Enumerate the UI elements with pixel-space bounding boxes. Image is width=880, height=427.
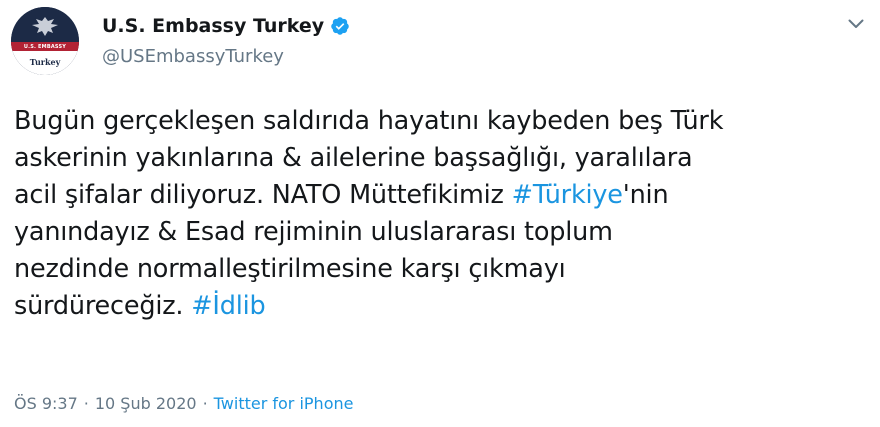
- avatar[interactable]: U.S. EMBASSY Turkey: [11, 7, 79, 75]
- tweet-text-line: Bugün gerçekleşen saldırıda hayatını kay…: [14, 103, 864, 140]
- tweet-text-segment: 'nin: [622, 180, 669, 210]
- avatar-label-top: U.S. EMBASSY: [23, 44, 67, 50]
- meta-separator: ·: [83, 394, 89, 413]
- tweet-text: Bugün gerçekleşen saldırıda hayatını kay…: [14, 103, 864, 325]
- meta-separator: ·: [202, 394, 208, 413]
- tweet-source-link[interactable]: Twitter for iPhone: [214, 394, 354, 413]
- hashtag-link[interactable]: #İdlib: [191, 291, 265, 321]
- tweet-text-segment: sürdüreceğiz.: [14, 291, 192, 321]
- chevron-down-icon: [848, 19, 864, 28]
- hashtag-link[interactable]: #Türkiye: [512, 180, 623, 210]
- tweet-time[interactable]: ÖS 9:37: [14, 394, 78, 413]
- tweet-text-line: askerinin yakınlarına & ailelerine başsa…: [14, 140, 864, 177]
- tweet-text-segment: yanındayız & Esad rejiminin uluslararası…: [14, 217, 613, 247]
- tweet-text-segment: nezdinde normalleştirilmesine karşı çıkm…: [14, 254, 566, 284]
- display-name[interactable]: U.S. Embassy Turkey: [102, 15, 324, 37]
- tweet-card: U.S. EMBASSY Turkey U.S. Embassy Turkey …: [0, 0, 880, 427]
- tweet-meta: ÖS 9:37 · 10 Şub 2020 · Twitter for iPho…: [14, 394, 353, 413]
- avatar-label-bottom: Turkey: [29, 57, 61, 67]
- tweet-text-line: nezdinde normalleştirilmesine karşı çıkm…: [14, 251, 864, 288]
- tweet-text-line: yanındayız & Esad rejiminin uluslararası…: [14, 214, 864, 251]
- tweet-menu-button[interactable]: [846, 14, 866, 34]
- author-name-row[interactable]: U.S. Embassy Turkey: [102, 13, 350, 39]
- tweet-text-segment: acil şifalar diliyoruz. NATO Müttefikimi…: [14, 180, 512, 210]
- tweet-text-segment: Bugün gerçekleşen saldırıda hayatını kay…: [14, 106, 724, 136]
- verified-badge-icon: [330, 16, 350, 36]
- tweet-text-line: sürdüreceğiz. #İdlib: [14, 288, 864, 325]
- tweet-date[interactable]: 10 Şub 2020: [95, 394, 197, 413]
- tweet-text-segment: askerinin yakınlarına & ailelerine başsa…: [14, 143, 693, 173]
- author-handle[interactable]: @USEmbassyTurkey: [102, 46, 284, 67]
- tweet-text-line: acil şifalar diliyoruz. NATO Müttefikimi…: [14, 177, 864, 214]
